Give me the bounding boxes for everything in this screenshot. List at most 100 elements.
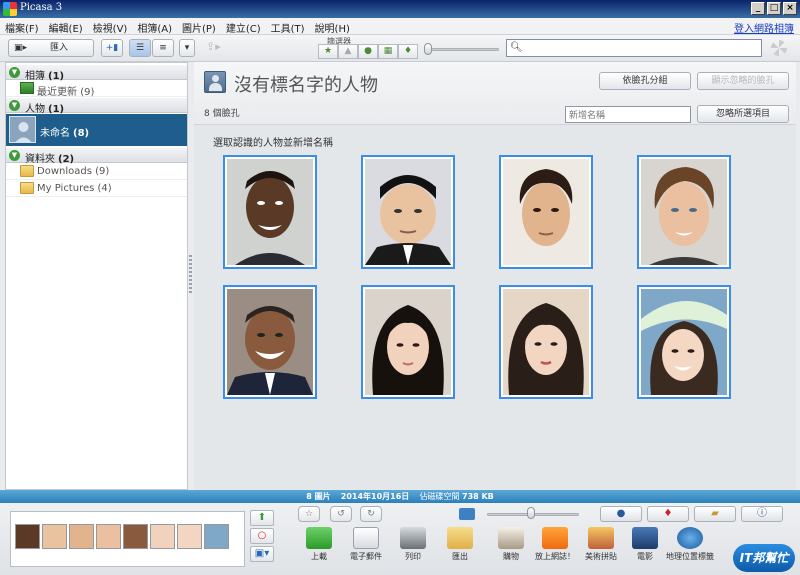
star-button[interactable]: ☆ — [298, 506, 320, 522]
filter-time-slider[interactable] — [429, 48, 499, 51]
face-thumbnail[interactable] — [361, 155, 455, 269]
clear-selection-button[interactable]: ○ — [250, 528, 274, 544]
face-thumbnail[interactable] — [499, 155, 593, 269]
add-name-input[interactable] — [565, 106, 691, 123]
view-options-button[interactable]: ▾ — [179, 39, 195, 57]
menu-album[interactable]: 相簿(A) — [132, 19, 177, 35]
sidebar-item-downloads[interactable]: Downloads (9) — [6, 163, 187, 180]
upload-tool[interactable]: 上載 — [294, 527, 344, 562]
places-button[interactable]: ♦ — [647, 506, 689, 522]
list-view-icon: ≡ — [159, 43, 167, 53]
section-albums[interactable]: ▼ 相簿 (1) — [6, 64, 187, 82]
menu-view[interactable]: 檢視(V) — [88, 19, 133, 35]
minimize-button[interactable]: _ — [751, 2, 765, 15]
people-info-button[interactable]: ● — [600, 506, 642, 522]
face-thumbnail[interactable] — [223, 155, 317, 269]
star-outline-icon: ☆ — [304, 509, 314, 519]
photo-tray: ⬆ ○ ▣▾ ☆ ↺ ↻ ● ♦ ▰ ⓘ 上載 電子郵件 列印 匯出 購物 放上… — [0, 503, 800, 575]
envelope-icon — [353, 527, 379, 549]
menu-file[interactable]: 檔案(F) — [0, 19, 44, 35]
disk-usage-label: 佔磁碟空間 — [419, 492, 460, 501]
section-folders[interactable]: ▼ 資料夾 (2) — [6, 147, 187, 165]
export-tool[interactable]: 匯出 — [435, 527, 485, 562]
instruction-text: 選取認識的人物並新增名稱 — [213, 138, 333, 149]
face-thumbnail[interactable] — [223, 285, 317, 399]
filter-star-button[interactable]: ★ — [318, 44, 338, 59]
sidebar-item-my-pictures[interactable]: My Pictures (4) — [6, 180, 187, 197]
tray-thumbnail[interactable] — [150, 524, 175, 549]
list-view-button[interactable]: ≡ — [152, 39, 174, 57]
filter-geotag-button[interactable]: ♦ — [398, 44, 418, 59]
ignore-selected-button[interactable]: 忽略所選項目 — [697, 105, 789, 123]
collapse-icon[interactable]: ▼ — [9, 150, 20, 161]
group-by-face-button[interactable]: 依臉孔分組 — [599, 72, 691, 90]
rotate-left-button[interactable]: ↺ — [330, 506, 352, 522]
hold-selection-button[interactable]: ⬆ — [250, 510, 274, 526]
shop-tool[interactable]: 購物 — [486, 527, 536, 562]
search-box: 🔍︎ — [506, 39, 762, 57]
thumbnail-view-button[interactable]: ☰ — [129, 39, 151, 57]
filter-upload-button[interactable]: ▲ — [338, 44, 358, 59]
rotate-right-button[interactable]: ↻ — [360, 506, 382, 522]
menu-edit[interactable]: 編輯(E) — [44, 19, 88, 35]
menu-tools[interactable]: 工具(T) — [266, 19, 310, 35]
tool-label: 地理位置標籤 — [666, 552, 714, 561]
sidebar-item-recent[interactable]: 最近更新 (9) — [6, 80, 187, 98]
info-button[interactable]: ⓘ — [741, 506, 783, 522]
collage-tool[interactable]: 美術拼貼 — [576, 527, 626, 562]
status-bar: 8 圖片 2014年10月16日 佔磁碟空間 738 KB — [0, 490, 800, 503]
upload-icon: ▲ — [344, 46, 352, 56]
import-button[interactable]: ▣▸ 匯入 — [8, 39, 94, 57]
folder-count: (4) — [97, 183, 112, 194]
tray-thumbnail[interactable] — [204, 524, 229, 549]
collapse-icon[interactable]: ▼ — [9, 67, 20, 78]
sidebar-item-unnamed[interactable]: 未命名 (8) — [6, 114, 187, 146]
tray-thumbnail[interactable] — [123, 524, 148, 549]
add-album-icon: +▮ — [105, 43, 119, 53]
window-title: Picasa 3 — [20, 2, 63, 13]
print-tool[interactable]: 列印 — [388, 527, 438, 562]
email-tool[interactable]: 電子郵件 — [341, 527, 391, 562]
thumbnail-size-handle[interactable] — [527, 507, 535, 519]
tray-thumbnail[interactable] — [15, 524, 40, 549]
tray-thumbnail[interactable] — [42, 524, 67, 549]
filter-people-button[interactable]: ● — [358, 44, 378, 59]
show-ignored-faces-button[interactable]: 顯示忽略的臉孔 — [697, 72, 789, 90]
add-to-album-button[interactable]: ▣▾ — [250, 546, 274, 562]
face-thumbnail[interactable] — [637, 155, 731, 269]
filter-video-button[interactable]: ▦ — [378, 44, 398, 59]
unnamed-count: (8) — [73, 128, 90, 139]
disk-usage-size: 738 KB — [462, 492, 494, 501]
clear-icon: ○ — [257, 530, 267, 541]
face-thumbnail[interactable] — [499, 285, 593, 399]
add-album-button[interactable]: +▮ — [101, 39, 123, 57]
title-bar: Picasa 3 _ □ × — [0, 0, 800, 18]
earth-icon — [677, 527, 703, 549]
tags-button[interactable]: ▰ — [694, 506, 736, 522]
menu-create[interactable]: 建立(C) — [221, 19, 266, 35]
search-input[interactable] — [525, 41, 757, 55]
menu-picture[interactable]: 圖片(P) — [177, 19, 221, 35]
face-thumbnail[interactable] — [361, 285, 455, 399]
section-people[interactable]: ▼ 人物 (1) — [6, 97, 187, 115]
geotag-tool[interactable]: 地理位置標籤 — [665, 527, 715, 562]
share-icon[interactable]: ⇪▸ — [206, 40, 221, 53]
blog-tool[interactable]: 放上網誌！ — [530, 527, 580, 562]
collapse-icon[interactable]: ▼ — [9, 100, 20, 111]
close-button[interactable]: × — [783, 2, 797, 15]
tray-thumbnail[interactable] — [69, 524, 94, 549]
face-thumbnail[interactable] — [637, 285, 731, 399]
image-count: 8 圖片 — [306, 492, 331, 501]
sign-in-link[interactable]: 登入網路相簿 — [734, 20, 794, 35]
tray-thumbnail[interactable] — [96, 524, 121, 549]
search-icon: 🔍︎ — [510, 42, 523, 53]
filter-slider-handle[interactable] — [424, 43, 432, 55]
person-icon: ● — [364, 46, 372, 56]
info-icon: ⓘ — [757, 508, 767, 519]
tray-thumbnail[interactable] — [177, 524, 202, 549]
movie-tool[interactable]: 電影 — [620, 527, 670, 562]
menu-help[interactable]: 說明(H) — [310, 19, 355, 35]
face-photo — [503, 159, 589, 265]
maximize-button[interactable]: □ — [767, 2, 781, 15]
sidebar-splitter[interactable] — [189, 255, 192, 293]
